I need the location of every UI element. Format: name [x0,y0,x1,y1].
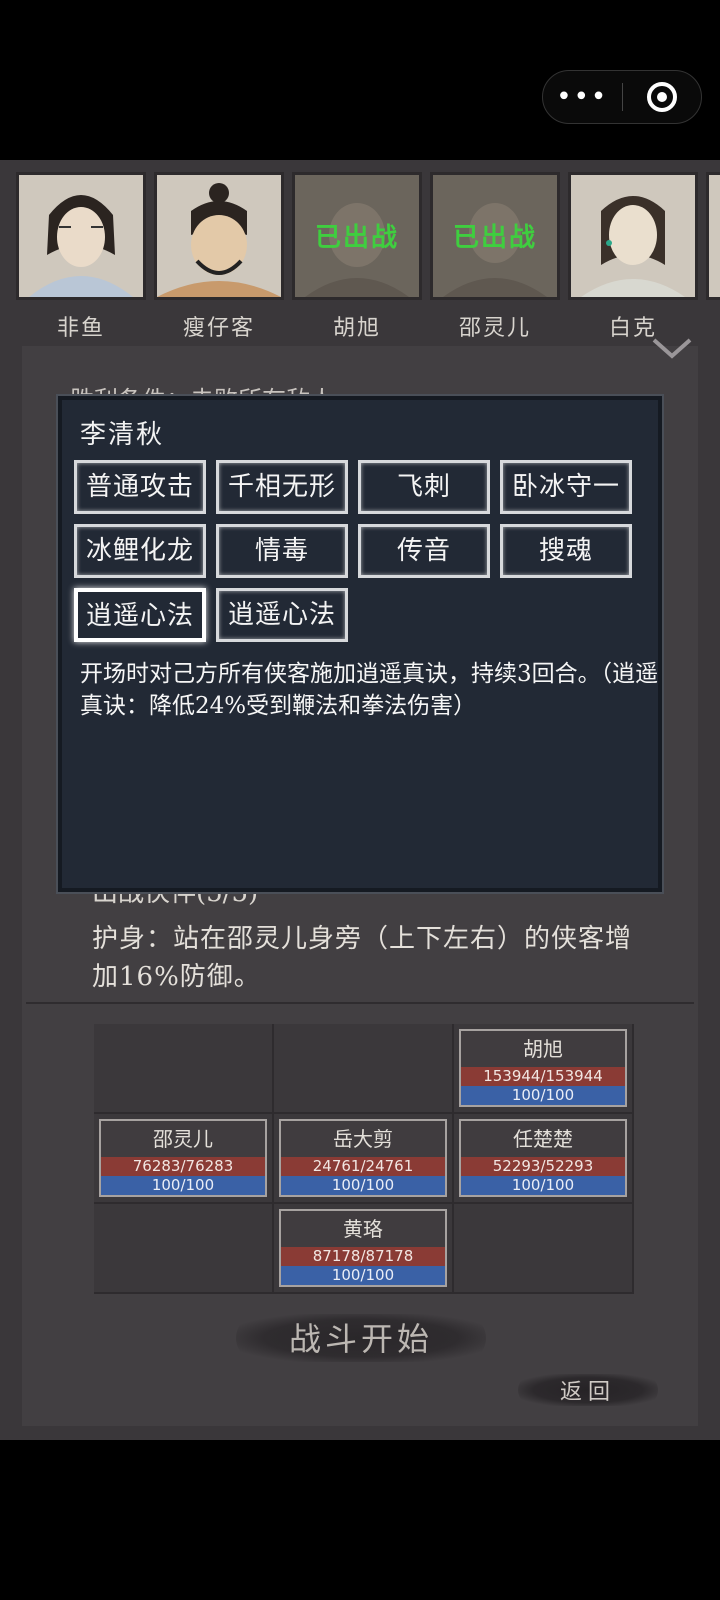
skill-button[interactable]: 情毒 [216,524,348,578]
grid-cell[interactable]: 任楚楚 52293/52293 100/100 [454,1114,632,1202]
grid-cell[interactable]: 岳大剪 24761/24761 100/100 [274,1114,452,1202]
mp-bar: 100/100 [461,1086,625,1105]
start-battle-button[interactable]: 战斗开始 [236,1308,486,1368]
formation-grid: 胡旭 153944/153944 100/100 邵灵儿 76283/76283… [94,1024,634,1294]
hero-portrait [706,172,720,300]
unit-name: 任楚楚 [513,1127,573,1151]
mini-program-capsule: ••• [542,70,702,124]
dialog-title: 李清秋 [80,420,165,450]
bottom-bar [0,1440,720,1600]
skill-button[interactable]: 千相无形 [216,460,348,514]
target-circle-icon [646,82,677,112]
unit-card[interactable]: 胡旭 153944/153944 100/100 [459,1029,627,1107]
hero-name: 胡旭 [332,316,381,341]
deployed-label: 已出战 [452,223,537,253]
divider [26,1002,694,1004]
grid-cell[interactable] [94,1024,272,1112]
game-screen: 非鱼 瘦仔客 已出战 胡旭 已出战 邵灵儿 白克 出战伙伴(5/5) 护身：站在… [0,160,720,1440]
hero-card-shaolinger[interactable]: 已出战 邵灵儿 [430,172,560,342]
hero-name: 非鱼 [56,316,105,341]
unit-name: 岳大剪 [333,1127,393,1151]
skill-button-selected[interactable]: 逍遥心法 [74,588,206,642]
grid-cell[interactable] [454,1204,632,1292]
unit-name: 黄珞 [343,1217,383,1241]
grid-cell[interactable] [274,1024,452,1112]
chevron-down-icon[interactable] [650,336,694,362]
hero-name: 邵灵儿 [458,316,531,341]
mp-bar: 100/100 [101,1176,265,1195]
formation-buff-text: 护身：站在邵灵儿身旁（上下左右）的侠客增加16%防御。 [92,924,633,992]
hero-portrait [154,172,284,300]
unit-card[interactable]: 黄珞 87178/87178 100/100 [279,1209,447,1287]
skill-button[interactable]: 卧冰守一 [500,460,632,514]
hero-card-baike[interactable]: 白克 [568,172,698,342]
hero-portrait-strip[interactable]: 非鱼 瘦仔客 已出战 胡旭 已出战 邵灵儿 白克 [0,160,720,350]
hp-bar: 153944/153944 [461,1067,625,1086]
hero-portrait [16,172,146,300]
mp-bar: 100/100 [281,1176,445,1195]
unit-name: 邵灵儿 [153,1127,213,1151]
grid-cell[interactable]: 邵灵儿 76283/76283 100/100 [94,1114,272,1202]
hp-bar: 76283/76283 [101,1157,265,1176]
skill-button[interactable]: 飞刺 [358,460,490,514]
start-battle-label: 战斗开始 [288,1320,433,1358]
unit-card[interactable]: 邵灵儿 76283/76283 100/100 [99,1119,267,1197]
unit-card[interactable]: 岳大剪 24761/24761 100/100 [279,1119,447,1197]
hp-bar: 52293/52293 [461,1157,625,1176]
skill-dialog: 李清秋 普通攻击 千相无形 飞刺 卧冰守一 冰鲤化龙 情毒 传音 搜魂 逍遥心法… [58,396,662,892]
skill-button[interactable]: 普通攻击 [74,460,206,514]
hero-portrait: 已出战 [430,172,560,300]
skill-description: 开场时对己方所有侠客施加逍遥真诀，持续3回合。（逍遥真诀：降低24%受到鞭法和拳… [80,661,659,719]
mp-bar: 100/100 [281,1266,445,1285]
hero-portrait: 已出战 [292,172,422,300]
hero-card-partial[interactable] [706,172,720,300]
hero-name: 瘦仔客 [182,316,255,341]
back-button[interactable]: 返回 [518,1370,658,1410]
hero-card-huxu[interactable]: 已出战 胡旭 [292,172,422,342]
hp-bar: 87178/87178 [281,1247,445,1266]
more-dots-icon[interactable]: ••• [543,70,622,124]
skill-button[interactable]: 冰鲤化龙 [74,524,206,578]
skill-button[interactable]: 传音 [358,524,490,578]
mp-bar: 100/100 [461,1176,625,1195]
deployed-label: 已出战 [314,223,399,253]
unit-card[interactable]: 任楚楚 52293/52293 100/100 [459,1119,627,1197]
grid-cell[interactable] [94,1204,272,1292]
hero-portrait [568,172,698,300]
grid-cell[interactable]: 胡旭 153944/153944 100/100 [454,1024,632,1112]
back-label: 返回 [559,1380,616,1405]
grid-cell[interactable]: 黄珞 87178/87178 100/100 [274,1204,452,1292]
unit-name: 胡旭 [523,1037,563,1061]
hero-card-feiyu[interactable]: 非鱼 [16,172,146,342]
close-mini-program-button[interactable] [623,82,702,112]
skill-button[interactable]: 逍遥心法 [216,588,348,642]
hp-bar: 24761/24761 [281,1157,445,1176]
skill-button[interactable]: 搜魂 [500,524,632,578]
hero-card-shouzaike[interactable]: 瘦仔客 [154,172,284,342]
